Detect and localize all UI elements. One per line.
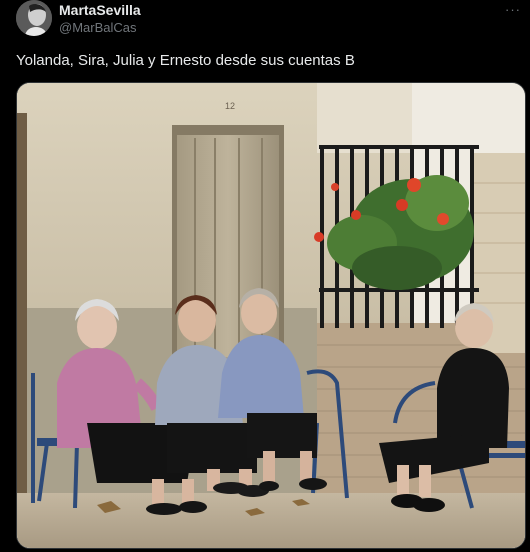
author-display-name[interactable]: MartaSevilla bbox=[59, 2, 141, 18]
author-handle[interactable]: @MarBalCas bbox=[59, 20, 137, 35]
photo-four-elderly-women-on-benches: 12 bbox=[17, 83, 525, 548]
more-horizontal-icon: ··· bbox=[505, 2, 521, 17]
author-avatar[interactable] bbox=[16, 0, 52, 36]
tweet-photo[interactable]: 12 bbox=[16, 82, 526, 549]
more-options-button[interactable]: ··· bbox=[502, 2, 524, 20]
avatar-photo bbox=[16, 0, 52, 36]
wall-number-plate: 12 bbox=[225, 101, 235, 111]
tweet: MartaSevilla @MarBalCas ··· Yolanda, Sir… bbox=[0, 0, 530, 552]
tweet-text: Yolanda, Sira, Julia y Ernesto desde sus… bbox=[16, 52, 355, 69]
